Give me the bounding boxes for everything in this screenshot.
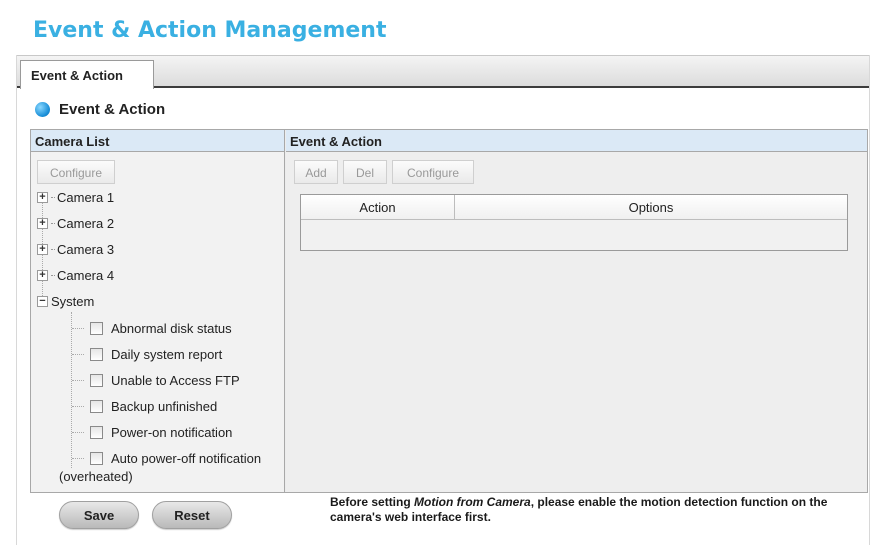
tree-node-label: Camera 1	[57, 189, 115, 205]
system-item-label: Auto power-off notification	[111, 450, 262, 466]
tree-branch	[72, 379, 84, 381]
system-item-daily-report: Daily system report	[72, 343, 222, 365]
tree-node-camera-4[interactable]: + Camera 4	[37, 264, 114, 286]
tree-branch	[51, 222, 55, 224]
tree-node-camera-2[interactable]: + Camera 2	[37, 212, 114, 234]
system-item-label: Unable to Access FTP	[111, 372, 240, 388]
event-action-header: Event & Action	[286, 130, 867, 152]
collapse-minus-icon[interactable]: −	[37, 295, 48, 307]
tab-strip: Event & Action	[17, 55, 869, 89]
tree-branch	[72, 353, 84, 355]
system-item-label: Abnormal disk status	[111, 320, 232, 336]
system-item-label: Power-on notification	[111, 424, 233, 440]
system-item-label-continued: (overheated)	[59, 469, 133, 484]
system-item-abnormal-disk: Abnormal disk status	[72, 317, 232, 339]
tree-branch	[72, 327, 84, 329]
motion-detection-note: Before setting Motion from Camera, pleas…	[330, 495, 850, 525]
section-title: Event & Action	[59, 101, 166, 118]
tree-node-system[interactable]: − System	[37, 290, 94, 312]
tree-node-label: Camera 2	[57, 215, 115, 231]
system-item-label: Backup unfinished	[111, 398, 218, 414]
expand-plus-icon[interactable]: +	[37, 191, 48, 203]
expand-plus-icon[interactable]: +	[37, 269, 48, 281]
system-item-ftp: Unable to Access FTP	[72, 369, 240, 391]
del-button[interactable]: Del	[343, 160, 387, 184]
column-header-options[interactable]: Options	[455, 195, 847, 219]
tree-branch	[72, 405, 84, 407]
tree-node-label: System	[51, 293, 95, 309]
event-action-panel: Camera List Configure + Camera 1 + Camer…	[30, 129, 868, 493]
expand-plus-icon[interactable]: +	[37, 243, 48, 255]
tree-node-label: Camera 3	[57, 241, 115, 257]
add-button[interactable]: Add	[294, 160, 338, 184]
checkbox[interactable]	[90, 347, 103, 361]
reset-button[interactable]: Reset	[152, 501, 232, 529]
column-header-action[interactable]: Action	[301, 195, 455, 219]
tab-event-action[interactable]: Event & Action	[20, 60, 154, 89]
tree-node-label: Camera 4	[57, 267, 115, 283]
section-heading: Event & Action	[35, 101, 165, 118]
tree-branch	[51, 248, 55, 250]
page-title: Event & Action Management	[33, 18, 387, 43]
note-emphasis: Motion from Camera	[414, 495, 531, 509]
action-table: Action Options	[300, 194, 848, 251]
system-item-backup: Backup unfinished	[72, 395, 217, 417]
blue-dot-icon	[35, 102, 50, 117]
action-table-header: Action Options	[301, 195, 847, 220]
tree-branch	[72, 457, 84, 459]
checkbox[interactable]	[90, 399, 103, 413]
event-configure-button[interactable]: Configure	[392, 160, 474, 184]
tree-branch	[72, 431, 84, 433]
tree-node-camera-3[interactable]: + Camera 3	[37, 238, 114, 260]
tree-node-camera-1[interactable]: + Camera 1	[37, 186, 114, 208]
checkbox[interactable]	[90, 373, 103, 387]
main-container: Event & Action Event & Action Camera Lis…	[16, 55, 870, 545]
save-button[interactable]: Save	[59, 501, 139, 529]
event-action-list-panel: Event & Action Add Del Configure Action …	[286, 130, 867, 492]
tree-branch	[51, 196, 55, 198]
camera-list-header: Camera List	[31, 130, 284, 152]
camera-list-configure-button[interactable]: Configure	[37, 160, 115, 184]
tree-branch	[51, 274, 55, 276]
checkbox[interactable]	[90, 451, 103, 465]
note-text: Before setting	[330, 495, 415, 509]
camera-list-panel: Camera List Configure + Camera 1 + Camer…	[31, 130, 285, 492]
checkbox[interactable]	[90, 425, 103, 439]
system-item-auto-power-off: Auto power-off notification	[72, 447, 261, 469]
expand-plus-icon[interactable]: +	[37, 217, 48, 229]
system-item-label: Daily system report	[111, 346, 223, 362]
checkbox[interactable]	[90, 321, 103, 335]
system-item-power-on: Power-on notification	[72, 421, 232, 443]
